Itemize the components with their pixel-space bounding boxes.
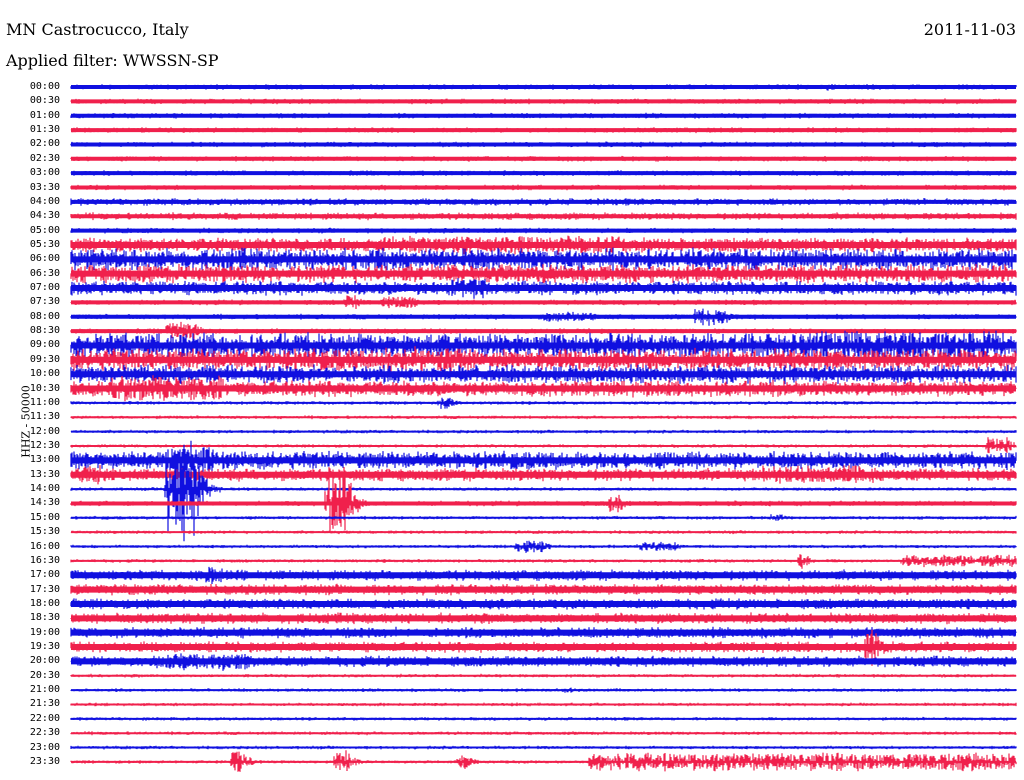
seismogram-plot <box>70 84 1017 772</box>
